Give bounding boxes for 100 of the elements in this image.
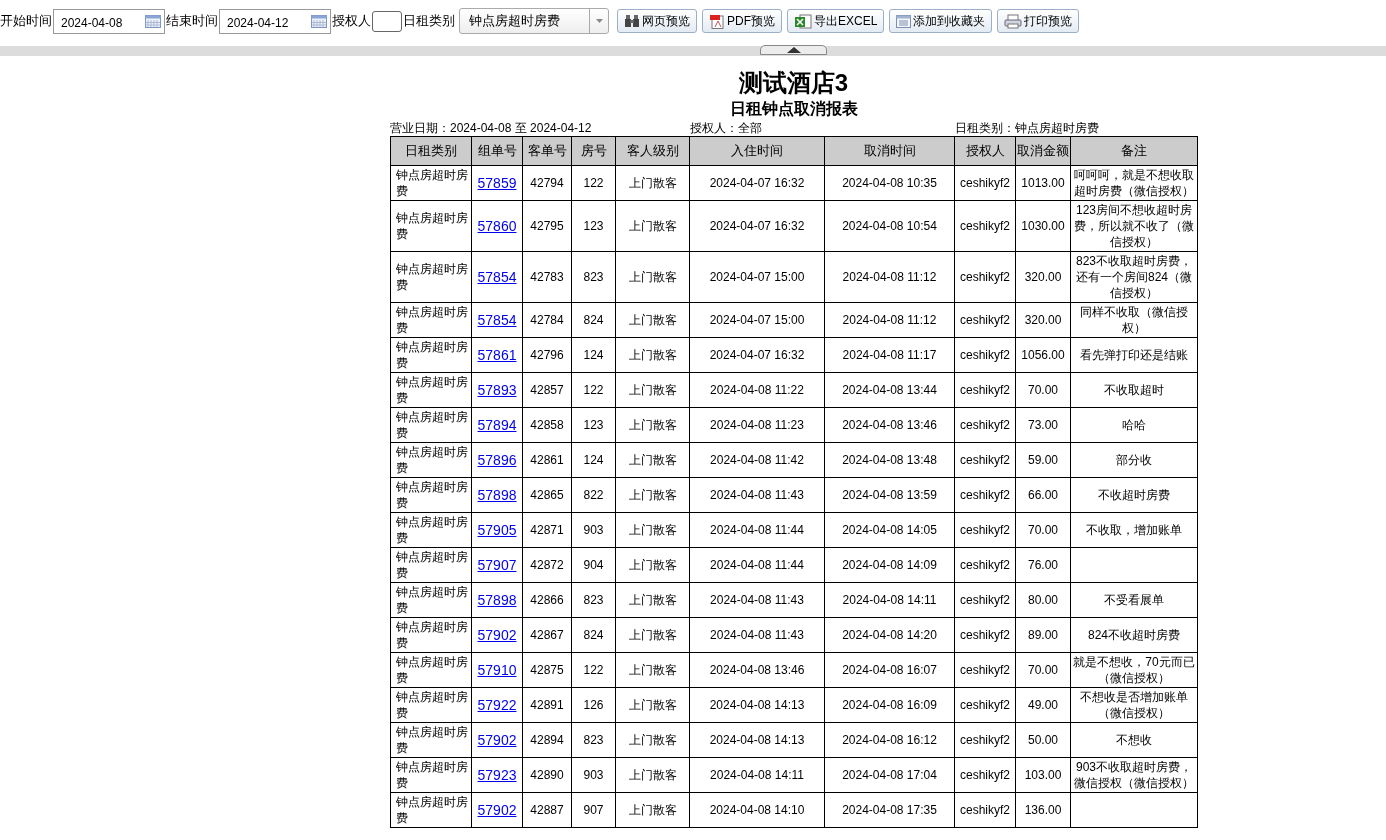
triangle-up-icon — [786, 47, 801, 53]
remark-cell: 824不收超时房费 — [1088, 628, 1180, 642]
room-cell: 122 — [583, 176, 604, 190]
category-cell-text: 钟点房超时房费 — [395, 794, 469, 826]
amount-cell: 76.00 — [1028, 558, 1058, 572]
cancel-time-cell: 2024-04-08 17:04 — [842, 768, 937, 782]
collapse-handle[interactable] — [760, 45, 827, 55]
checkin-time-cell: 2024-04-08 11:42 — [710, 453, 804, 467]
guest-number-cell: 42795 — [530, 219, 564, 233]
guest-level-cell: 上门散客 — [628, 663, 677, 677]
guest-level-cell: 上门散客 — [628, 383, 677, 397]
pdf-document-icon — [709, 13, 725, 29]
category-dropdown[interactable]: 钟点房超时房费 — [459, 8, 609, 34]
category-cell-text: 钟点房超时房费 — [395, 689, 469, 721]
remark-cell: 不想收是否增加账单（微信授权） — [1080, 690, 1188, 720]
authorizer-cell: ceshikyf2 — [960, 663, 1010, 677]
category-cell-text: 钟点房超时房费 — [395, 654, 469, 686]
guest-number-cell: 42857 — [530, 383, 564, 397]
cancel-time-cell: 2024-04-08 11:12 — [842, 270, 937, 284]
print-button[interactable]: 打印预览 — [997, 9, 1080, 33]
guest-level-cell: 上门散客 — [628, 176, 677, 190]
authorizer-cell: ceshikyf2 — [960, 383, 1010, 397]
amount-cell: 1030.00 — [1021, 219, 1065, 233]
checkin-time-cell: 2024-04-07 16:32 — [709, 348, 805, 362]
authorizer-label: 授权人 — [332, 12, 371, 31]
guest-level-cell: 上门散客 — [628, 593, 677, 607]
remark-cell: 123房间不想收超时房费，所以就不收了（微信授权） — [1074, 203, 1194, 249]
guest-level-cell: 上门散客 — [628, 418, 677, 432]
guest-number-cell: 42867 — [530, 628, 564, 642]
category-cell-text: 钟点房超时房费 — [395, 514, 469, 546]
checkin-time-cell: 2024-04-08 13:46 — [709, 663, 805, 677]
category-cell-text: 钟点房超时房费 — [395, 444, 469, 476]
guest-number-cell: 42861 — [530, 453, 564, 467]
checkin-time-cell: 2024-04-08 11:22 — [710, 383, 804, 397]
guest-number-cell: 42871 — [530, 523, 564, 537]
remark-cell: 同样不收取（微信授权） — [1080, 305, 1188, 335]
web-button[interactable]: 网页预览 — [617, 9, 697, 33]
checkin-time-cell: 2024-04-08 14:10 — [709, 803, 805, 817]
amount-cell: 70.00 — [1028, 383, 1058, 397]
checkin-time-cell: 2024-04-07 15:00 — [709, 270, 805, 284]
column-header: 组单号 — [471, 136, 523, 166]
remark-cell: 不收超时房费 — [1098, 488, 1170, 502]
cancel-time-cell: 2024-04-08 14:20 — [842, 628, 937, 642]
guest-level-cell: 上门散客 — [628, 628, 677, 642]
category-cell-text: 钟点房超时房费 — [395, 549, 469, 581]
guest-level-cell: 上门散客 — [628, 453, 677, 467]
room-cell: 904 — [583, 558, 604, 572]
category-label: 日租类别 — [403, 12, 455, 31]
room-cell: 122 — [583, 663, 604, 677]
guest-number-cell: 42865 — [530, 488, 564, 502]
checkin-time-cell: 2024-04-07 16:32 — [709, 176, 805, 190]
pdf-button[interactable]: PDF预览 — [702, 9, 782, 33]
checkin-time-cell: 2024-04-07 15:00 — [709, 313, 805, 327]
room-cell: 903 — [583, 523, 604, 537]
authorizer-cell: ceshikyf2 — [960, 313, 1010, 327]
remark-cell: 就是不想收，70元而已（微信授权） — [1073, 655, 1195, 685]
authorizer-cell: ceshikyf2 — [960, 523, 1010, 537]
guest-number-cell: 42894 — [530, 733, 564, 747]
remark-cell: 不收取超时 — [1104, 383, 1164, 397]
cancel-time-cell: 2024-04-08 16:12 — [842, 733, 937, 747]
authorizer-cell: ceshikyf2 — [960, 558, 1010, 572]
category-cell-text: 钟点房超时房费 — [395, 584, 469, 616]
authorizer-cell: ceshikyf2 — [960, 803, 1010, 817]
favorite-button[interactable]: 添加到收藏夹 — [889, 9, 993, 33]
category-info: 日租类别：钟点房超时房费 — [955, 120, 1099, 136]
checkin-time-cell: 2024-04-08 11:44 — [710, 558, 804, 572]
room-cell: 122 — [583, 383, 604, 397]
cancel-time-cell: 2024-04-08 13:46 — [842, 418, 937, 432]
date-field[interactable]: 2024-04-08 — [53, 8, 165, 34]
guest-level-cell: 上门散客 — [628, 558, 677, 572]
column-header: 房号 — [571, 136, 616, 166]
excel-button[interactable]: 导出EXCEL — [787, 9, 885, 33]
cancel-time-cell: 2024-04-08 10:54 — [842, 219, 937, 233]
guest-number-cell: 42866 — [530, 593, 564, 607]
column-header: 日租类别 — [390, 136, 472, 166]
report-title: 测试酒店3 — [738, 68, 849, 98]
cancel-time-cell: 2024-04-08 11:17 — [842, 348, 937, 362]
authorizer-cell: ceshikyf2 — [960, 176, 1010, 190]
room-cell: 124 — [583, 348, 604, 362]
cancel-time-cell: 2024-04-08 10:35 — [842, 176, 937, 190]
column-header: 客人级别 — [615, 136, 690, 166]
cancel-time-cell: 2024-04-08 13:44 — [842, 383, 937, 397]
date-field[interactable]: 2024-04-12 — [219, 8, 331, 34]
guest-level-cell: 上门散客 — [628, 698, 677, 712]
checkin-time-cell: 2024-04-08 11:43 — [710, 628, 804, 642]
guest-level-cell: 上门散客 — [628, 219, 677, 233]
authorizer-cell: ceshikyf2 — [960, 418, 1010, 432]
category-cell-text: 钟点房超时房费 — [395, 261, 469, 293]
amount-cell: 1056.00 — [1021, 348, 1065, 362]
room-cell: 823 — [583, 270, 604, 284]
authorizer-field[interactable] — [372, 10, 402, 32]
checkin-time-cell: 2024-04-08 11:43 — [710, 488, 804, 502]
amount-cell: 320.00 — [1024, 313, 1062, 327]
end-time-label: 结束时间 — [166, 12, 218, 31]
amount-cell: 49.00 — [1028, 698, 1058, 712]
dropdown-arrow-icon — [595, 19, 603, 23]
remark-cell: 部分收 — [1116, 453, 1152, 467]
guest-number-cell: 42887 — [530, 803, 564, 817]
remark-cell: 不受看展单 — [1104, 593, 1164, 607]
remark-cell: 903不收取超时房费，微信授权（微信授权） — [1074, 760, 1194, 790]
